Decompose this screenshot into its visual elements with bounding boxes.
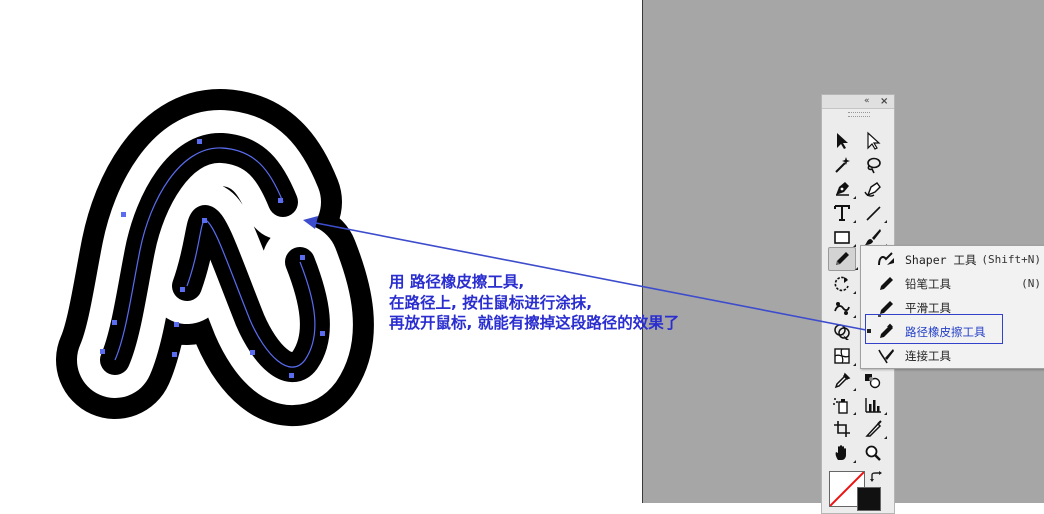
puppet-warp-tool[interactable] (831, 297, 856, 318)
symbol-sprayer-icon (833, 397, 848, 414)
column-graph-tool[interactable] (862, 394, 887, 415)
symbol-sprayer-tool[interactable] (831, 394, 856, 415)
eyedropper-tool[interactable] (831, 370, 856, 391)
selection-arrow-icon (837, 132, 848, 149)
artboard-tool[interactable] (831, 418, 853, 439)
shape-builder-tool[interactable] (831, 321, 853, 342)
eyedropper-icon (834, 372, 851, 388)
pencil-icon (836, 252, 849, 265)
line-segment-tool[interactable] (862, 202, 887, 223)
shape-builder-icon (834, 323, 850, 340)
magic-wand-icon (835, 156, 850, 173)
slice-tool[interactable] (862, 418, 887, 439)
panel-grip[interactable] (848, 112, 870, 117)
shaper-icon (878, 252, 894, 266)
flyout-item-shortcut: (N) (1021, 277, 1041, 290)
hand-tool[interactable] (831, 442, 856, 463)
flyout-item-pencil[interactable]: 铅笔工具 (N) (861, 272, 1044, 296)
annotation-line-3: 再放开鼠标, 就能有擦掉这段路径的效果了 (389, 314, 680, 332)
curvature-pen-icon (864, 181, 881, 197)
puppet-warp-icon (834, 301, 850, 315)
tools-panel-header[interactable]: « × (822, 95, 894, 109)
rotate-icon (834, 276, 849, 291)
type-t-icon (834, 204, 850, 221)
paintbrush-icon (865, 228, 881, 245)
flyout-item-join[interactable]: 连接工具 (861, 344, 1044, 368)
flyout-item-label: 连接工具 (905, 349, 951, 363)
mesh-grid-icon (834, 347, 850, 364)
flyout-item-shortcut: (Shift+N) (981, 253, 1041, 266)
annotation-line-2: 在路径上, 按住鼠标进行涂抹, (389, 293, 593, 312)
magic-wand-tool[interactable] (831, 154, 853, 175)
zoom-magnifier-icon (865, 445, 881, 461)
collapse-panel-button[interactable]: « (864, 95, 870, 108)
hand-icon (835, 444, 846, 460)
gradient-mesh-tool[interactable] (831, 345, 856, 366)
line-segment-icon (866, 205, 881, 221)
pencil-tool-flyout-menu: Shaper 工具 (Shift+N) 铅笔工具 (N) 平滑工具 路径橡皮擦工… (860, 245, 1044, 369)
swap-colors-icon[interactable] (870, 471, 884, 483)
artboard-canvas[interactable] (0, 0, 642, 503)
annotation-line-1: 用 路径橡皮擦工具, (389, 273, 525, 291)
direct-selection-tool[interactable] (862, 130, 884, 151)
blend-icon (865, 373, 881, 388)
type-tool[interactable] (831, 202, 856, 223)
close-panel-button[interactable]: × (880, 95, 888, 108)
join-icon (878, 349, 894, 364)
rotate-tool[interactable] (831, 273, 856, 294)
lasso-tool[interactable] (862, 154, 884, 175)
curvature-tool[interactable] (862, 178, 884, 199)
lasso-icon (867, 157, 881, 173)
flyout-item-label: 铅笔工具 (905, 277, 951, 291)
artboard-icon (834, 420, 850, 437)
direct-selection-arrow-icon (867, 131, 881, 150)
pencil-icon (880, 277, 893, 290)
flyout-item-label: Shaper 工具 (905, 253, 977, 267)
artwork-svg (56, 89, 374, 426)
slice-knife-icon (865, 419, 882, 437)
flyout-item-shaper[interactable]: Shaper 工具 (Shift+N) (861, 248, 1044, 272)
rectangle-icon (834, 230, 850, 244)
pencil-tool[interactable] (828, 247, 858, 271)
bar-graph-icon (865, 397, 881, 413)
annotation-text: 用 路径橡皮擦工具, 在路径上, 按住鼠标进行涂抹, 再放开鼠标, 就能有擦掉这… (389, 272, 679, 334)
paintbrush-tool[interactable] (862, 226, 887, 247)
rectangle-tool[interactable] (831, 226, 856, 247)
pen-nib-icon (836, 181, 849, 196)
selection-tool[interactable] (831, 130, 853, 151)
pen-tool[interactable] (831, 178, 856, 199)
zoom-tool[interactable] (862, 442, 884, 463)
stroke-color-well[interactable] (857, 487, 881, 511)
blend-tool[interactable] (862, 370, 884, 391)
path-eraser-highlight-box (865, 314, 1003, 344)
